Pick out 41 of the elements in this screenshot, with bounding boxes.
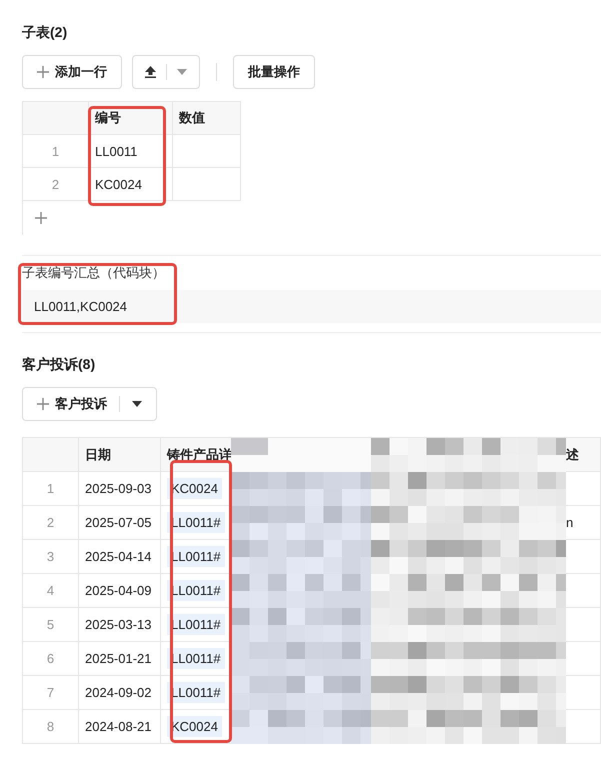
section-title: 客户投诉(8)	[22, 355, 96, 374]
table-cell: 2024-09-02	[78, 676, 160, 710]
row-number: 2	[22, 506, 78, 540]
row-number: 1	[22, 472, 78, 506]
row-number: 4	[22, 574, 78, 608]
add-row-button[interactable]: 添加一行	[22, 55, 122, 89]
add-complaint-button[interactable]: 客户投诉	[22, 387, 157, 421]
row-number: 6	[22, 642, 78, 676]
table-cell: 2025-01-21	[78, 642, 160, 676]
row-number: 5	[22, 608, 78, 642]
code-block: LL0011,KC0024	[22, 290, 601, 323]
header-cell	[22, 438, 78, 472]
table-cell: 2025-04-14	[78, 540, 160, 574]
import-button[interactable]	[132, 55, 200, 89]
row-number: 3	[22, 540, 78, 574]
header-cell	[22, 102, 88, 134]
table-cell	[172, 168, 240, 200]
column-header: 日期	[78, 438, 160, 472]
table-cell: 2025-03-13	[78, 608, 160, 642]
table-cell	[172, 134, 240, 168]
batch-button[interactable]: 批量操作	[233, 55, 315, 89]
row-number: 1	[22, 134, 88, 168]
upload-icon	[145, 66, 156, 78]
section-title: 子表(2)	[22, 23, 68, 42]
row-number: 8	[22, 710, 78, 744]
plus-icon	[37, 66, 49, 78]
table-cell: n	[370, 506, 600, 540]
table-cell: 2025-09-03	[78, 472, 160, 506]
row-number: 7	[22, 676, 78, 710]
caret-icon	[132, 401, 142, 407]
table-cell: KC0024	[88, 168, 172, 200]
row-number: 2	[22, 168, 88, 200]
caret-icon	[177, 69, 187, 75]
plus-icon	[37, 398, 49, 410]
field-label: 子表编号汇总（代码块）	[21, 264, 166, 282]
table-cell: 2025-07-05	[78, 506, 160, 540]
column-header: 数值	[172, 102, 240, 134]
column-header: 述	[370, 438, 600, 472]
add-row-icon	[35, 212, 47, 224]
table-cell: 2024-08-21	[78, 710, 160, 744]
table-cell: 2025-04-09	[78, 574, 160, 608]
